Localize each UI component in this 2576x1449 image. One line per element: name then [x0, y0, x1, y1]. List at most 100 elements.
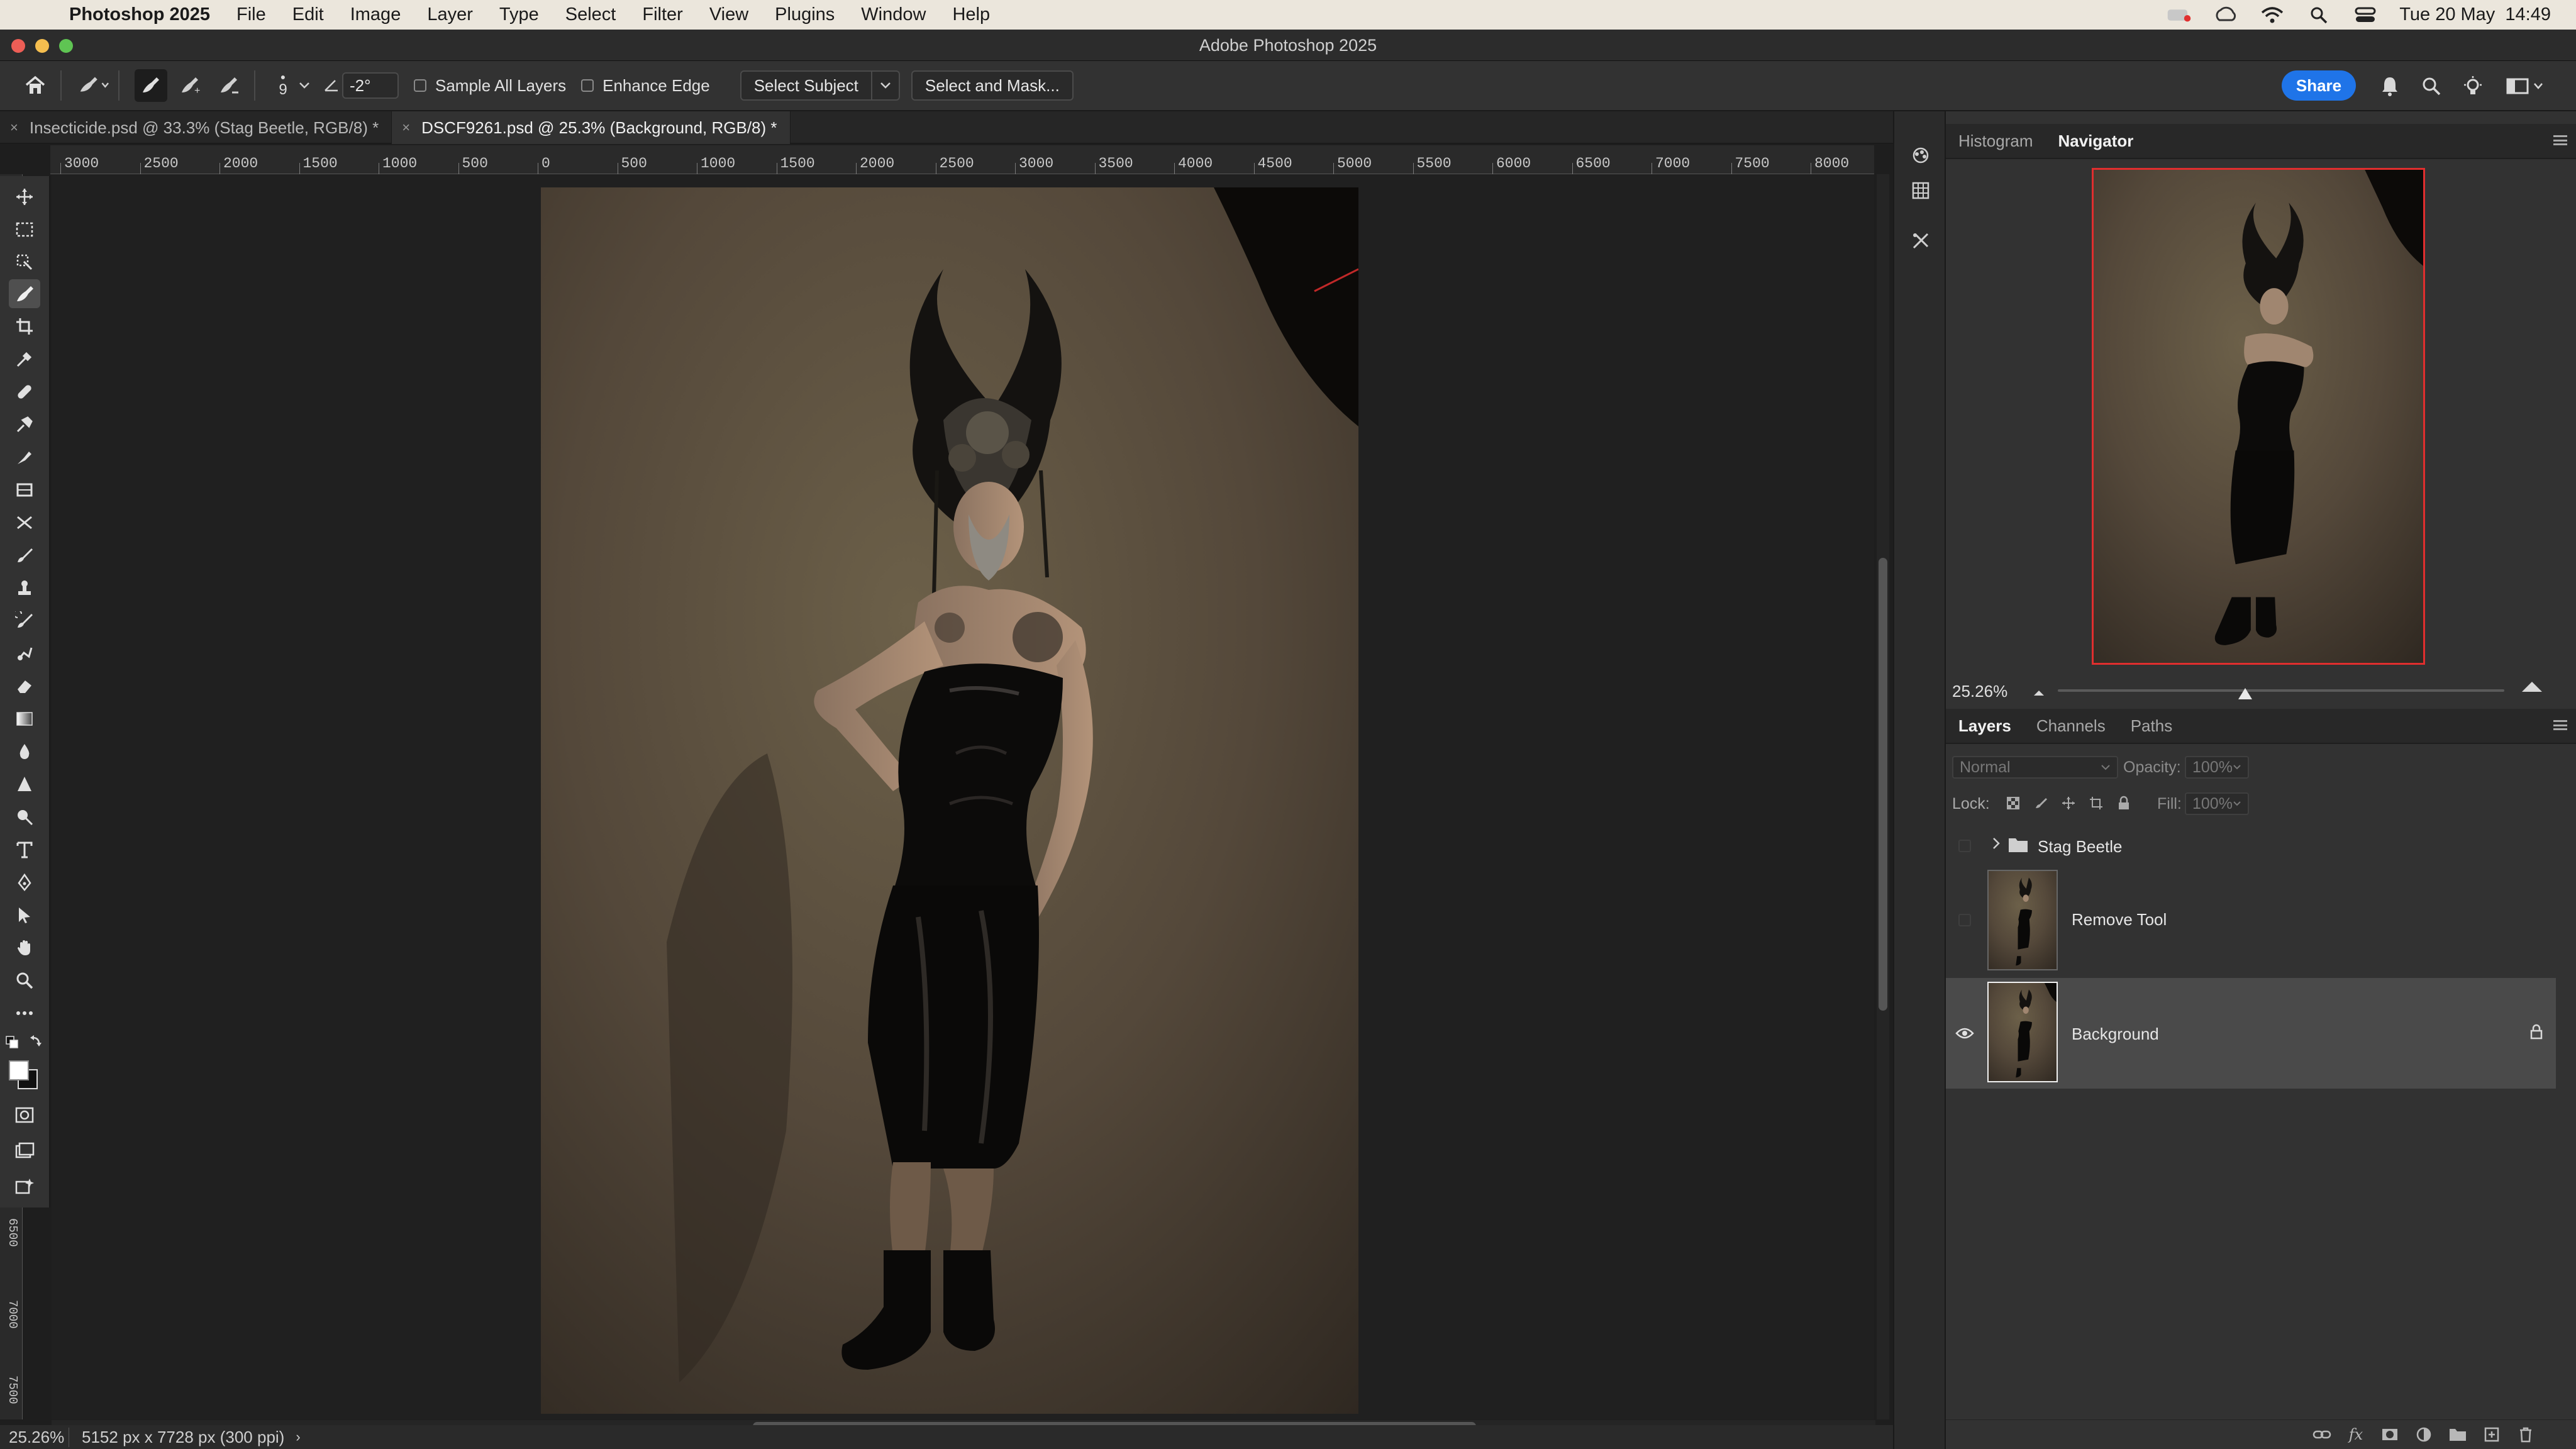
move-tool-icon[interactable]	[9, 182, 40, 211]
blur-tool-icon[interactable]	[9, 737, 40, 766]
lock-position-icon[interactable]	[2059, 794, 2078, 813]
enhance-edge-checkbox[interactable]: Enhance Edge	[581, 76, 710, 96]
workspace-switcher-icon[interactable]	[2501, 70, 2551, 103]
quick-selection-tool-icon[interactable]	[9, 279, 40, 308]
checkbox[interactable]	[581, 79, 594, 92]
zoom-out-icon[interactable]	[2031, 683, 2046, 702]
window-minimize-button[interactable]	[35, 39, 49, 53]
remove-tool-icon[interactable]	[9, 410, 40, 439]
close-tab-icon[interactable]: ×	[10, 119, 18, 136]
angle-input[interactable]: -2°	[342, 72, 399, 99]
select-subject-dropdown[interactable]	[872, 70, 900, 101]
patch-tool-icon[interactable]	[9, 475, 40, 504]
sample-all-layers-checkbox[interactable]: Sample All Layers	[414, 76, 566, 96]
tab-channels[interactable]: Channels	[2024, 708, 2118, 743]
marquee-tool-icon[interactable]	[9, 215, 40, 244]
select-subject-button[interactable]: Select Subject	[740, 70, 872, 101]
menu-window[interactable]: Window	[861, 4, 926, 25]
document-dimensions[interactable]: 5152 px x 7728 px (300 ppi)	[69, 1428, 284, 1447]
chevron-right-icon[interactable]	[1991, 836, 2001, 855]
navigator-zoom-value[interactable]: 25.26%	[1952, 682, 2007, 701]
lock-image-pixels-icon[interactable]	[2031, 794, 2050, 813]
vertical-scrollbar[interactable]	[1877, 174, 1889, 1419]
window-zoom-button[interactable]	[59, 39, 73, 53]
navigator-zoom-slider[interactable]	[2058, 688, 2504, 699]
checkbox[interactable]	[414, 79, 426, 92]
swatches-grid-icon[interactable]	[1904, 174, 1937, 207]
tab-layers[interactable]: Layers	[1946, 708, 2024, 743]
screen-record-icon[interactable]	[2167, 6, 2192, 25]
tab-paths[interactable]: Paths	[2118, 708, 2185, 743]
navigator-preview[interactable]	[2092, 168, 2425, 665]
menu-help[interactable]: Help	[952, 4, 990, 25]
dodge-tool-icon[interactable]	[9, 802, 40, 831]
screen-mode-icon[interactable]	[9, 1136, 40, 1165]
adjustments-tools-icon[interactable]	[1904, 225, 1937, 257]
wifi-icon[interactable]	[2260, 6, 2285, 25]
menu-filter[interactable]: Filter	[642, 4, 682, 25]
adjustment-layer-icon[interactable]	[2412, 1425, 2435, 1444]
menu-view[interactable]: View	[709, 4, 748, 25]
crop-tool-icon[interactable]	[9, 312, 40, 341]
menu-plugins[interactable]: Plugins	[775, 4, 835, 25]
lock-all-icon[interactable]	[2114, 794, 2133, 813]
zoom-tool-icon[interactable]	[9, 966, 40, 995]
creative-cloud-icon[interactable]	[2213, 6, 2238, 25]
layer-visibility-toggle[interactable]	[1952, 908, 1977, 933]
link-layers-icon[interactable]	[2311, 1425, 2333, 1444]
new-group-folder-icon[interactable]	[2446, 1425, 2469, 1444]
lock-transparent-pixels-icon[interactable]	[2004, 794, 2023, 813]
delete-layer-trash-icon[interactable]	[2514, 1425, 2537, 1444]
layer-name[interactable]: Background	[2072, 1024, 2159, 1044]
layer-row-remove-tool[interactable]: Remove Tool	[1946, 867, 2556, 974]
layer-style-fx-icon[interactable]: fx	[2345, 1425, 2367, 1444]
horizontal-ruler[interactable]: 3000 2500 2000 1500 1000 500 0 500 1000 1500 2000 2…	[50, 145, 1874, 174]
properties-panel-icon[interactable]	[1904, 139, 1937, 172]
layer-name[interactable]: Remove Tool	[2072, 910, 2167, 930]
layer-lock-icon[interactable]	[2529, 1023, 2543, 1044]
panel-menu-icon[interactable]	[2553, 135, 2567, 145]
share-button[interactable]: Share	[2282, 70, 2356, 101]
zoom-level[interactable]: 25.26%	[0, 1427, 69, 1447]
menu-file[interactable]: File	[236, 4, 266, 25]
app-menu[interactable]: Photoshop 2025	[69, 4, 210, 25]
sharpen-tool-icon[interactable]	[9, 770, 40, 799]
content-aware-move-tool-icon[interactable]	[9, 508, 40, 537]
tab-navigator[interactable]: Navigator	[2045, 123, 2146, 158]
control-center-icon[interactable]	[2353, 6, 2378, 25]
home-icon[interactable]	[19, 69, 52, 102]
window-close-button[interactable]	[11, 39, 25, 53]
menu-edit[interactable]: Edit	[292, 4, 324, 25]
eraser-tool-icon[interactable]	[9, 672, 40, 701]
color-swatches[interactable]	[8, 1058, 42, 1093]
clone-stamp-tool-icon[interactable]	[9, 574, 40, 602]
pen-tool-icon[interactable]	[9, 868, 40, 897]
layer-name[interactable]: Stag Beetle	[2038, 837, 2122, 857]
document-tab-insecticide[interactable]: × Insecticide.psd @ 33.3% (Stag Beetle, …	[0, 111, 392, 144]
discover-lightbulb-icon[interactable]	[2457, 70, 2489, 103]
zoom-in-icon[interactable]	[2521, 679, 2543, 699]
default-colors-icon[interactable]	[5, 1033, 45, 1058]
navigator-zoom-slider-handle[interactable]	[2238, 688, 2253, 699]
fill-input[interactable]: 100%	[2185, 792, 2249, 815]
object-selection-tool-icon[interactable]	[9, 248, 40, 277]
menubar-clock[interactable]: Tue 20 May 14:49	[2399, 4, 2551, 25]
vertical-scrollbar-thumb[interactable]	[1879, 558, 1887, 1011]
spotlight-search-icon[interactable]	[2306, 6, 2331, 25]
path-selection-tool-icon[interactable]	[9, 901, 40, 930]
chevron-right-icon[interactable]: ›	[296, 1429, 300, 1445]
new-layer-icon[interactable]	[2480, 1425, 2503, 1444]
close-tab-icon[interactable]: ×	[402, 119, 410, 136]
brush-tool-icon[interactable]	[9, 541, 40, 570]
foreground-color-swatch[interactable]	[9, 1060, 29, 1080]
type-tool-icon[interactable]	[9, 835, 40, 864]
add-mask-icon[interactable]	[2379, 1425, 2401, 1444]
spot-healing-tool-icon[interactable]	[9, 377, 40, 406]
opacity-input[interactable]: 100%	[2185, 756, 2249, 779]
tab-histogram[interactable]: Histogram	[1946, 123, 2045, 158]
eye-icon[interactable]	[1952, 1021, 1977, 1046]
brush-size-picker[interactable]: ● 9	[270, 69, 296, 102]
notifications-bell-icon[interactable]	[2373, 70, 2406, 103]
lock-artboard-icon[interactable]	[2087, 794, 2106, 813]
menu-image[interactable]: Image	[350, 4, 401, 25]
